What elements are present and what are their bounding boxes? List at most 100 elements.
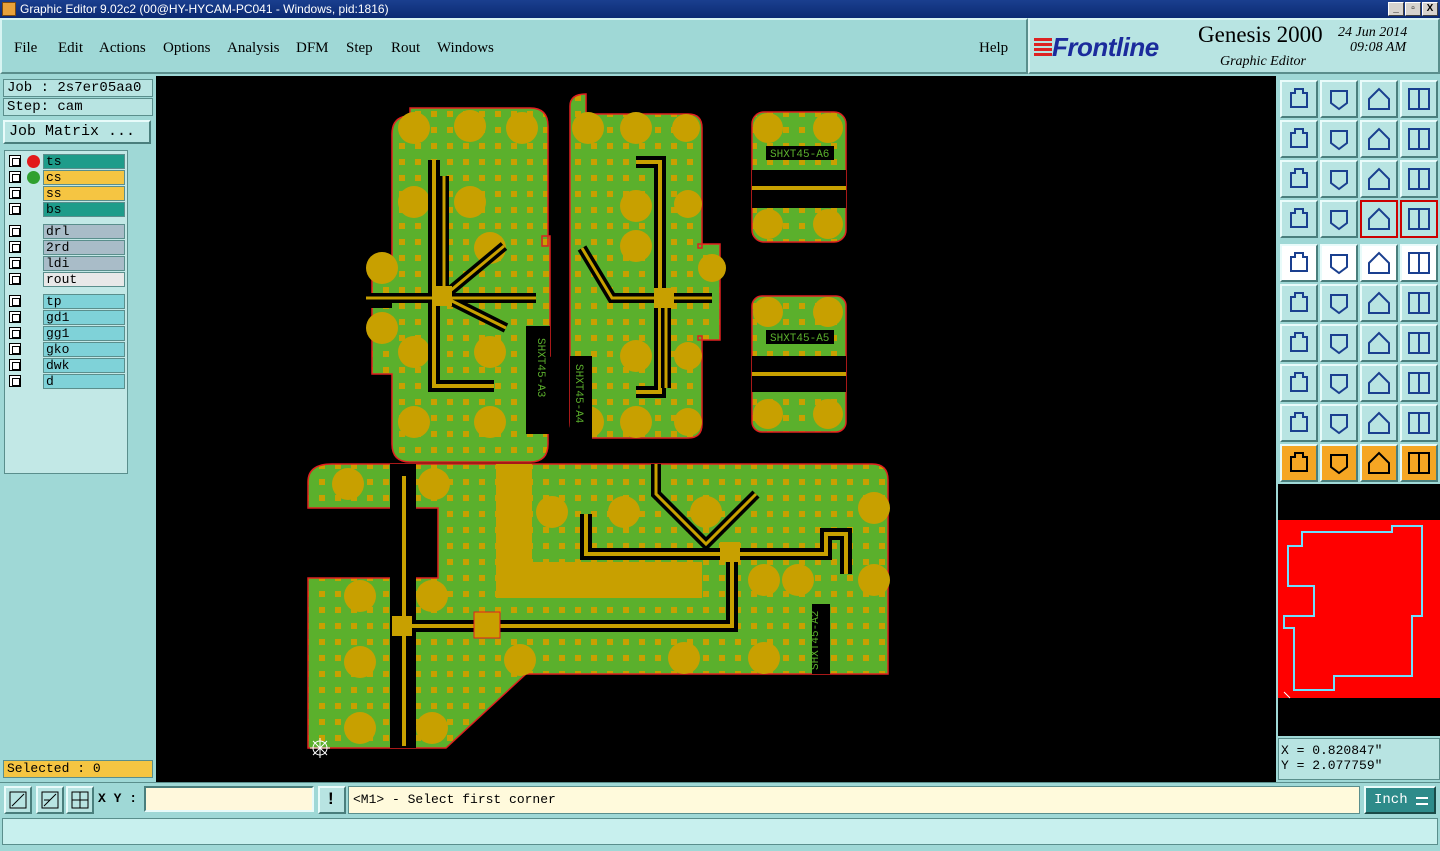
layer-name[interactable]: ts <box>43 154 125 169</box>
save-tool-button[interactable] <box>1320 80 1358 118</box>
layer-checkbox[interactable] <box>9 359 21 371</box>
board-a3[interactable]: SHXT45-A3 <box>362 107 551 463</box>
layer-checkbox[interactable] <box>9 295 21 307</box>
window-split-tool-button[interactable] <box>1400 80 1438 118</box>
layer-row-rout[interactable]: rout <box>7 272 125 287</box>
open-step-tool-button[interactable] <box>1280 80 1318 118</box>
layer-checkbox[interactable] <box>9 327 21 339</box>
scale-tool-button[interactable] <box>1360 160 1398 198</box>
layer-name[interactable]: ss <box>43 186 125 201</box>
layer-name[interactable]: gd1 <box>43 310 125 325</box>
layer-name[interactable]: 2rd <box>43 240 125 255</box>
dash-tool-button[interactable] <box>1320 364 1358 402</box>
xy-input[interactable] <box>144 786 314 812</box>
layer-name[interactable]: tp <box>43 294 125 309</box>
close-button[interactable]: X <box>1422 2 1438 16</box>
export-tool-button[interactable] <box>1320 120 1358 158</box>
layer-row-drl[interactable]: drl <box>7 224 125 239</box>
display-tool-button[interactable] <box>1280 244 1318 282</box>
center-tool-button[interactable] <box>1320 160 1358 198</box>
layer-name[interactable]: gg1 <box>43 326 125 341</box>
shape-tool-button[interactable] <box>1320 244 1358 282</box>
menu-file[interactable]: File <box>14 40 37 57</box>
redo-tool-button[interactable] <box>1400 120 1438 158</box>
layer-checkbox[interactable] <box>9 375 21 387</box>
help-tool-button[interactable] <box>1400 160 1438 198</box>
import-tool-button[interactable] <box>1280 120 1318 158</box>
pcb-drawing[interactable]: SHXT45-A3 SHXT45-A4 SHXT45-A6 SHXT45-A5 … <box>156 76 1276 782</box>
minimize-button[interactable]: _ <box>1388 2 1404 16</box>
layer-checkbox[interactable] <box>9 343 21 355</box>
layer-checkbox[interactable] <box>9 225 21 237</box>
tri-tool-button[interactable] <box>1280 404 1318 442</box>
layer-checkbox[interactable] <box>9 171 21 183</box>
menu-help[interactable]: Help <box>979 40 1008 57</box>
layer-row-ss[interactable]: ss <box>7 186 125 201</box>
layer-checkbox[interactable] <box>9 155 21 167</box>
snap-tool-button[interactable] <box>1280 200 1318 238</box>
measure-button[interactable] <box>36 786 64 814</box>
pointer-box-tool-button[interactable] <box>1320 444 1358 482</box>
menu-dfm[interactable]: DFM <box>296 40 329 57</box>
layer-name[interactable]: ldi <box>43 256 125 271</box>
layer-checkbox[interactable] <box>9 203 21 215</box>
pad-tool-button[interactable] <box>1400 244 1438 282</box>
menu-step[interactable]: Step <box>346 40 373 57</box>
tri-b-tool-button[interactable] <box>1360 404 1398 442</box>
cross-tool-button[interactable] <box>1320 284 1358 322</box>
layer-row-cs[interactable]: cs <box>7 170 125 185</box>
layer-row-gd1[interactable]: gd1 <box>7 310 125 325</box>
layer-checkbox[interactable] <box>9 187 21 199</box>
layer-row-ldi[interactable]: ldi <box>7 256 125 271</box>
board-a2[interactable]: SHXT45-A2 <box>307 463 890 749</box>
menu-options[interactable]: Options <box>163 40 211 57</box>
overview-map[interactable] <box>1278 484 1440 736</box>
layer-name[interactable]: dwk <box>43 358 125 373</box>
tri-alt-tool-button[interactable] <box>1320 404 1358 442</box>
ruler-tool-button[interactable] <box>1360 244 1398 282</box>
arc-tool-button[interactable] <box>1360 324 1398 362</box>
home-tool-button[interactable] <box>1360 80 1398 118</box>
layer-name[interactable]: gko <box>43 342 125 357</box>
layer-row-d[interactable]: d <box>7 374 125 389</box>
layer-checkbox[interactable] <box>9 241 21 253</box>
connect-tool-button[interactable] <box>1280 284 1318 322</box>
layer-name[interactable]: cs <box>43 170 125 185</box>
layers-tool-button[interactable] <box>1360 200 1398 238</box>
pointer-net-tool-button[interactable] <box>1400 444 1438 482</box>
layer-row-bs[interactable]: bs <box>7 202 125 217</box>
layer-name[interactable]: rout <box>43 272 125 287</box>
menu-rout[interactable]: Rout <box>391 40 420 57</box>
layer-row-gko[interactable]: gko <box>7 342 125 357</box>
menu-edit[interactable]: Edit <box>58 40 83 57</box>
board-a6[interactable]: SHXT45-A6 <box>751 111 847 243</box>
layer-row-2rd[interactable]: 2rd <box>7 240 125 255</box>
layer-name[interactable]: d <box>43 374 125 389</box>
diagonal-tool-button[interactable] <box>1320 324 1358 362</box>
measure-tool-button[interactable] <box>1360 364 1398 402</box>
layer-row-dwk[interactable]: dwk <box>7 358 125 373</box>
circles-tool-button[interactable] <box>1400 364 1438 402</box>
angle-tool-button[interactable] <box>1280 324 1318 362</box>
board-a4[interactable]: SHXT45-A4 <box>569 93 726 446</box>
tri-c-tool-button[interactable] <box>1400 404 1438 442</box>
undo-tool-button[interactable] <box>1360 120 1398 158</box>
layer-row-gg1[interactable]: gg1 <box>7 326 125 341</box>
line-tool-button[interactable] <box>1360 284 1398 322</box>
graphic-canvas[interactable]: SHXT45-A3 SHXT45-A4 SHXT45-A6 SHXT45-A5 … <box>156 76 1276 782</box>
units-dropdown[interactable]: Inch <box>1364 786 1436 814</box>
grid-tool-button[interactable] <box>1320 200 1358 238</box>
fit-tool-button[interactable] <box>1280 160 1318 198</box>
layer-checkbox[interactable] <box>9 311 21 323</box>
layer-row-tp[interactable]: tp <box>7 294 125 309</box>
layer-checkbox[interactable] <box>9 273 21 285</box>
layer-checkbox[interactable] <box>9 257 21 269</box>
line-alt-tool-button[interactable] <box>1400 284 1438 322</box>
menu-actions[interactable]: Actions <box>99 40 146 57</box>
layer-color-dot-icon[interactable] <box>27 171 40 184</box>
menu-analysis[interactable]: Analysis <box>227 40 280 57</box>
maximize-button[interactable]: ▫ <box>1405 2 1421 16</box>
node-tool-button[interactable] <box>1280 364 1318 402</box>
flip-tool-button[interactable] <box>1400 324 1438 362</box>
pointer-circle-tool-button[interactable] <box>1360 444 1398 482</box>
